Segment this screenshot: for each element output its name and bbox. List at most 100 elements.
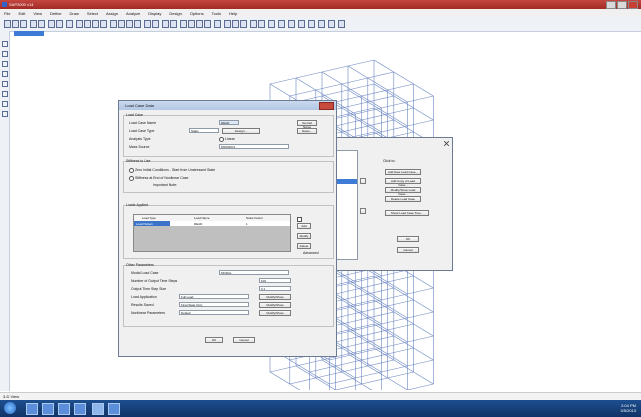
menu-assign[interactable]: Assign: [106, 11, 118, 16]
3d-view-icon[interactable]: [110, 20, 117, 28]
show-forces-icon[interactable]: [204, 20, 211, 28]
loads-grid-row[interactable]: Load Pattern DEAD 1.: [134, 221, 290, 226]
explorer-icon[interactable]: [26, 403, 38, 415]
dialog-close-button[interactable]: [319, 102, 334, 110]
folder-icon[interactable]: [74, 403, 86, 415]
design-button[interactable]: Design...: [222, 128, 260, 134]
modal-load-case-select[interactable]: MODAL: [219, 270, 289, 275]
pointer-icon[interactable]: [240, 20, 247, 28]
draw-link-icon[interactable]: [2, 101, 8, 107]
cancel-button[interactable]: Cancel: [233, 337, 255, 343]
pan-icon[interactable]: [100, 20, 107, 28]
zoom-window-icon[interactable]: [76, 20, 83, 28]
delete-load-button[interactable]: Delete: [297, 243, 311, 249]
ok-button[interactable]: OK: [205, 337, 223, 343]
draw-frame-icon[interactable]: [2, 61, 8, 67]
section-cut-icon[interactable]: [318, 20, 325, 28]
lock-icon[interactable]: [56, 20, 63, 28]
grid-icon[interactable]: [288, 20, 295, 28]
load-case-name-field[interactable]: DEAD: [219, 120, 239, 125]
browser-icon[interactable]: [42, 403, 54, 415]
move-up-button[interactable]: [360, 178, 366, 184]
refresh-icon[interactable]: [48, 20, 55, 28]
graph-icon[interactable]: [278, 20, 285, 28]
new-model-icon[interactable]: [4, 20, 11, 28]
up-icon[interactable]: [162, 20, 169, 28]
nonlinear-modify-button[interactable]: Modify/Show: [259, 310, 291, 316]
zero-initial-radio[interactable]: [129, 168, 134, 173]
restraint-icon[interactable]: [268, 20, 275, 28]
menu-select[interactable]: Select: [87, 11, 98, 16]
loads-grid[interactable]: Load Type Load Name Scale Factor Load Pa…: [133, 214, 291, 252]
notes-button[interactable]: Notes...: [297, 128, 317, 134]
menu-display[interactable]: Display: [148, 11, 161, 16]
xy-view-icon[interactable]: [118, 20, 125, 28]
reshape-icon[interactable]: [2, 51, 8, 57]
output-steps-field[interactable]: 100: [259, 278, 291, 283]
define-cancel-button[interactable]: Cancel: [397, 247, 419, 253]
area-draw-icon[interactable]: [258, 20, 265, 28]
define-ok-button[interactable]: OK: [397, 236, 419, 242]
show-load-case-tree-button[interactable]: Show Load Case Tree...: [385, 210, 429, 216]
modify-show-load-case-button[interactable]: Modify/Show Load Case...: [385, 187, 421, 196]
advanced-checkbox[interactable]: [297, 217, 302, 222]
draw-solid-icon[interactable]: [2, 91, 8, 97]
draw-cable-icon[interactable]: [2, 71, 8, 77]
menu-design[interactable]: Design: [169, 11, 181, 16]
close-icon[interactable]: [443, 140, 450, 147]
word-icon[interactable]: [108, 403, 120, 415]
select-all-icon[interactable]: [232, 20, 239, 28]
start-button[interactable]: [4, 402, 16, 414]
info-icon[interactable]: [338, 20, 345, 28]
show-undeformed-icon[interactable]: [180, 20, 187, 28]
delete-load-case-button[interactable]: Delete Load Case: [385, 196, 421, 202]
add-copy-load-case-button[interactable]: Add Copy of Load Case...: [385, 178, 421, 187]
minimize-button[interactable]: [606, 1, 616, 9]
load-case-type-select[interactable]: Static: [189, 128, 219, 133]
media-icon[interactable]: [58, 403, 70, 415]
add-new-load-case-button[interactable]: Add New Load Case...: [385, 169, 421, 175]
load-cases-list[interactable]: [337, 150, 358, 260]
menu-help[interactable]: Help: [229, 11, 237, 16]
stiffness-end-radio[interactable]: [129, 176, 134, 181]
open-icon[interactable]: [12, 20, 19, 28]
menu-draw[interactable]: Draw: [70, 11, 79, 16]
zoom-in-icon[interactable]: [84, 20, 91, 28]
show-deformed-icon[interactable]: [196, 20, 203, 28]
yz-view-icon[interactable]: [134, 20, 141, 28]
save-icon[interactable]: [20, 20, 27, 28]
draw-tendon-icon[interactable]: [2, 111, 8, 117]
sap2000-task-icon[interactable]: [92, 403, 104, 415]
draw-area-icon[interactable]: [2, 81, 8, 87]
perspective-icon[interactable]: [152, 20, 159, 28]
menu-file[interactable]: File: [4, 11, 10, 16]
show-tables-icon[interactable]: [214, 20, 221, 28]
settings-icon[interactable]: [308, 20, 315, 28]
down-icon[interactable]: [170, 20, 177, 28]
snap-icon[interactable]: [298, 20, 305, 28]
load-application-modify-button[interactable]: Modify/Show: [259, 294, 291, 300]
zoom-out-icon[interactable]: [92, 20, 99, 28]
analysis-type-radio[interactable]: [219, 137, 224, 142]
tray-clock[interactable]: 2:04 PM 3/5/2013: [620, 403, 636, 413]
frame-draw-icon[interactable]: [250, 20, 257, 28]
menu-edit[interactable]: Edit: [18, 11, 25, 16]
redo-icon[interactable]: [38, 20, 45, 28]
results-saved-modify-button[interactable]: Modify/Show: [259, 302, 291, 308]
set-def-name-button[interactable]: Set Def Name: [297, 120, 317, 129]
modify-load-button[interactable]: Modify: [297, 233, 311, 239]
menu-define[interactable]: Define: [50, 11, 62, 16]
close-button[interactable]: [628, 1, 638, 9]
mass-source-select[interactable]: MSSSRC1: [219, 144, 289, 149]
pointer-icon[interactable]: [2, 41, 8, 47]
design-icon[interactable]: [224, 20, 231, 28]
time-step-field[interactable]: 0.1: [259, 286, 291, 291]
rotate-icon[interactable]: [144, 20, 151, 28]
maximize-button[interactable]: [617, 1, 627, 9]
menu-options[interactable]: Options: [190, 11, 204, 16]
add-load-button[interactable]: Add: [297, 223, 311, 229]
xz-view-icon[interactable]: [126, 20, 133, 28]
menu-view[interactable]: View: [33, 11, 42, 16]
show-loads-icon[interactable]: [188, 20, 195, 28]
menu-tools[interactable]: Tools: [212, 11, 221, 16]
